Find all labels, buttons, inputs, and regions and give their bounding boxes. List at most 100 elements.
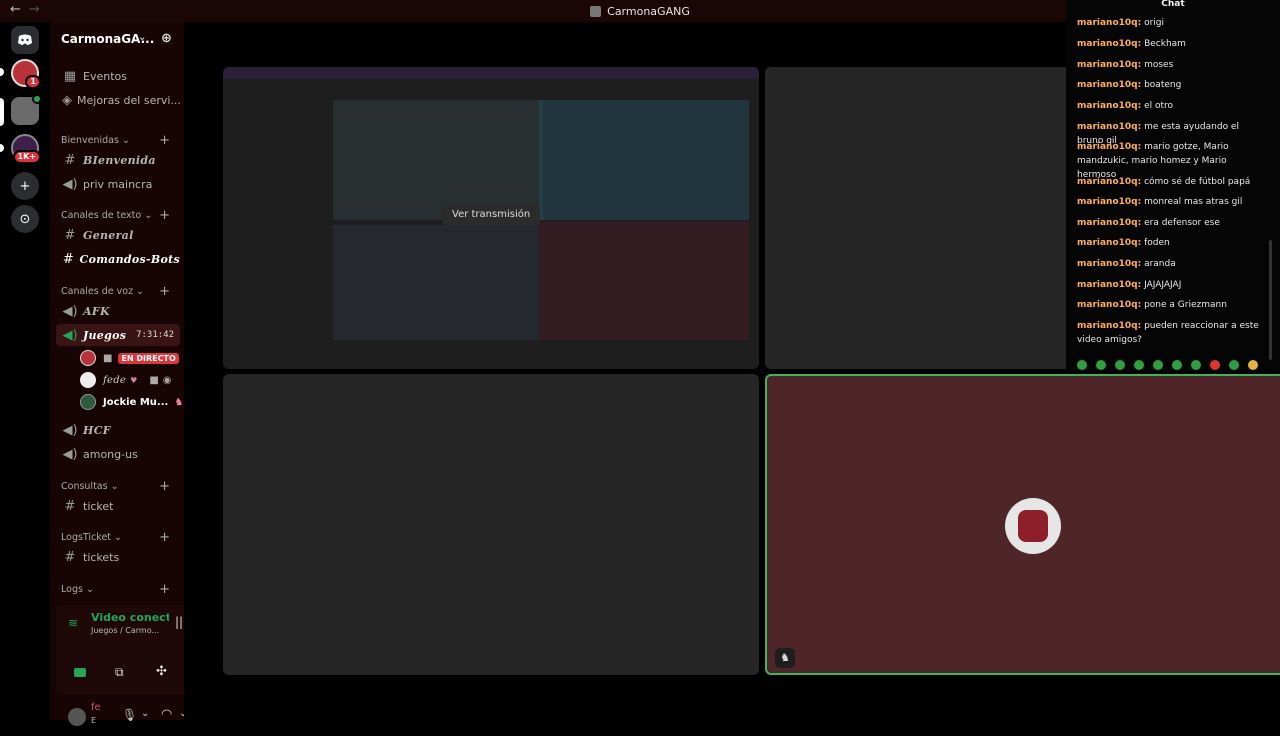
emoji-icon[interactable] [1134,360,1144,370]
avatar [80,350,96,366]
emoji-icon[interactable] [1096,360,1106,370]
live-badge: EN DIRECTO [118,352,179,364]
stream-preview-frame [333,225,543,340]
activities-icon[interactable]: ✣ [156,664,167,679]
channel-bienvenida[interactable]: # BIenvenida [56,149,180,171]
window-title: CarmonaGANG [607,4,690,18]
stream-preview-frame [333,100,543,220]
unread-indicator [0,144,4,152]
server-header[interactable]: CarmonaGA... ⌄ ⊕ [61,31,172,46]
back-arrow-icon[interactable]: ← [10,2,21,17]
emoji-icon[interactable] [1229,360,1239,370]
voice-active-icon [32,94,42,104]
category-label: Canales de voz [61,286,134,297]
item-label: Mejoras del servi... [77,93,180,107]
channel-comandos-bots[interactable]: # Comandos-Bots [56,248,180,270]
server-1-icon[interactable]: 1 [11,59,41,89]
add-channel-icon[interactable]: + [159,530,170,545]
emoji-icon[interactable] [1191,360,1201,370]
hash-icon: # [62,251,74,267]
chevron-down-icon[interactable]: ⌄ [138,32,146,43]
avatar-figure [1018,510,1048,542]
category-logs[interactable]: Logs ⌄ + [61,582,179,597]
forward-arrow-icon[interactable]: → [29,2,40,17]
category-logsticket[interactable]: LogsTicket ⌄ + [61,530,179,545]
chat-message: mariano10q: aranda [1077,259,1176,269]
screen-share-icon[interactable]: ⧉ [115,665,124,680]
channel-tickets[interactable]: # tickets [56,546,180,568]
signal-icon[interactable]: ≋ [68,616,78,630]
camera-icon: ■ [103,352,113,364]
add-channel-icon[interactable]: + [159,582,170,597]
channel-hcf[interactable]: ◀) HCF [56,419,180,441]
category-voz[interactable]: Canales de voz ⌄ + [61,284,179,299]
avatar [80,394,96,410]
emoji-icon[interactable] [1153,360,1163,370]
emoji-icon[interactable] [1115,360,1125,370]
discover-icon[interactable]: ⊙ [11,205,39,233]
video-tile[interactable] [765,67,1070,369]
channel-priv-maincra[interactable]: ◀) priv maincra [56,173,180,195]
chat-message: mariano10q: era defensor ese [1077,218,1220,228]
channel-afk[interactable]: ◀) AFK [56,300,180,322]
speaking-video-tile[interactable]: ♞ [765,374,1280,675]
channel-among-us[interactable]: ◀) among-us [56,443,180,465]
voice-location[interactable]: Juegos / Carmo... [91,626,159,635]
voice-user-streamer[interactable]: ■ EN DIRECTO [80,348,179,368]
chevron-down-icon[interactable]: ⌄ [141,708,149,719]
mention-badge: 1K+ [12,150,41,164]
category-label: Bienvenidas [61,135,119,146]
hash-icon: # [64,152,76,168]
voice-user-name: Jockie Mu... [103,396,169,408]
speaker-icon: ◀) [62,303,78,319]
voice-user-fede[interactable]: fede ♥ ■ ◉ [80,370,172,390]
server-icon [590,5,602,17]
chat-message: mariano10q: Beckham [1077,39,1186,49]
chat-message: mariano10q: pueden reaccionar a este vid… [1077,321,1259,345]
channel-ticket[interactable]: # ticket [56,495,180,517]
chat-scrollbar[interactable] [1269,240,1272,360]
emoji-icon[interactable] [1210,360,1220,370]
channel-label: HCF [83,423,111,437]
category-label: Consultas [61,481,108,492]
category-bienvenidas[interactable]: Bienvenidas ⌄ + [61,133,179,148]
channel-label: Comandos-Bots [79,252,180,266]
unread-indicator [0,68,4,76]
channel-label: tickets [83,550,120,564]
video-stage: Ver transmisión ♞ [184,22,1280,720]
sidebar-item-boosts[interactable]: ◈ Mejoras del servi... [56,89,180,111]
server-3-icon[interactable]: 1K+ [11,134,41,164]
calendar-icon: ▦ [63,68,77,84]
channel-juegos[interactable]: ◀) Juegos 7:31:42 [56,324,180,346]
camera-toggle-icon[interactable] [74,668,86,677]
add-channel-icon[interactable]: + [159,479,170,494]
add-channel-icon[interactable]: + [159,208,170,223]
discord-home-icon[interactable] [11,26,39,54]
stream-preview-topbar [223,67,759,79]
add-channel-icon[interactable]: + [159,284,170,299]
chat-message: mariano10q: JAJAJAJAJ [1077,280,1182,290]
chat-message: mariano10q: foden [1077,238,1170,248]
emoji-icon[interactable] [1248,360,1258,370]
stream-tile[interactable]: Ver transmisión [223,67,759,369]
add-server-icon[interactable]: + [11,172,39,200]
emoji-icon[interactable] [1077,360,1087,370]
deafened-icon: ♞ [775,648,795,668]
add-channel-icon[interactable]: + [159,133,170,148]
sidebar-item-events[interactable]: ▦ Eventos [56,65,180,87]
emoji-icon[interactable] [1172,360,1182,370]
category-label: Canales de texto [61,210,142,221]
voice-user-jockie[interactable]: Jockie Mu... ♞ [80,392,183,412]
channel-label: among-us [83,447,138,461]
invite-icon[interactable]: ⊕ [161,31,172,46]
watch-stream-button[interactable]: Ver transmisión [442,204,541,225]
deafened-icon: ♞ [174,396,184,408]
category-consultas[interactable]: Consultas ⌄ + [61,479,179,494]
user-status: E [91,716,97,725]
chat-message: mariano10q: pone a Griezmann [1077,300,1227,310]
avatar[interactable] [68,708,86,726]
channel-general[interactable]: # General [56,224,180,246]
server-2-icon[interactable] [11,94,42,125]
category-texto[interactable]: Canales de texto ⌄ + [61,208,179,223]
video-tile[interactable] [223,374,759,675]
